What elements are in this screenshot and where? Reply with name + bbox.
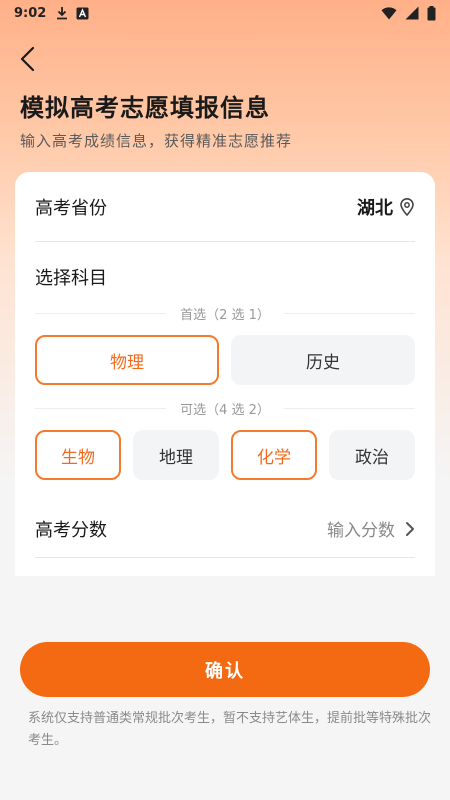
disclaimer-text: 系统仅支持普通类常规批次考生，暂不支持艺体生，提前批等特殊批次考生。: [28, 711, 432, 748]
app-notification-icon: [76, 7, 89, 19]
subject-option-chemistry[interactable]: 化学: [231, 430, 317, 480]
province-selector[interactable]: 湖北: [357, 194, 415, 220]
secondary-choice-text: 可选（4 选 2）: [180, 403, 270, 418]
score-placeholder: 输入分数: [327, 521, 395, 541]
primary-subject-options: 物理 历史: [35, 335, 415, 385]
subject-option-politics[interactable]: 政治: [329, 430, 415, 480]
divider-line: [283, 408, 415, 409]
wifi-icon: [381, 6, 397, 19]
chevron-left-icon: [20, 46, 35, 72]
back-button[interactable]: [12, 42, 42, 76]
page-title: 模拟高考志愿填报信息: [20, 94, 270, 122]
score-row: 高考分数 输入分数: [35, 508, 415, 558]
secondary-choice-label: 可选（4 选 2）: [35, 399, 415, 418]
confirm-button[interactable]: 确认: [20, 642, 430, 697]
score-label: 高考分数: [35, 519, 107, 541]
battery-icon: [427, 5, 436, 20]
subject-option-physics[interactable]: 物理: [35, 335, 219, 385]
province-value: 湖北: [357, 197, 393, 219]
province-label: 高考省份: [35, 197, 107, 219]
subject-option-biology[interactable]: 生物: [35, 430, 121, 480]
primary-choice-label: 首选（2 选 1）: [35, 304, 415, 323]
divider-line: [35, 313, 167, 314]
score-input[interactable]: 输入分数: [327, 516, 415, 541]
signal-icon: [405, 6, 419, 20]
divider-line: [283, 313, 415, 314]
subjects-section-title: 选择科目: [35, 268, 107, 289]
primary-choice-text: 首选（2 选 1）: [180, 308, 270, 323]
status-time: 9:02: [14, 5, 47, 21]
info-form-card: 高考省份 湖北 选择科目 首选（2 选 1） 物理 历史 可选（4 选 2） 生…: [15, 172, 435, 576]
download-icon: [57, 7, 68, 20]
divider-line: [35, 408, 167, 409]
subject-option-geography[interactable]: 地理: [133, 430, 219, 480]
location-pin-icon: [400, 197, 414, 216]
chevron-right-icon: [406, 521, 414, 536]
province-row: 高考省份 湖北: [35, 172, 415, 242]
secondary-subject-options: 生物 地理 化学 政治: [35, 430, 415, 480]
page-subtitle: 输入高考成绩信息，获得精准志愿推荐: [20, 132, 293, 150]
status-bar: 9:02: [0, 0, 450, 26]
subject-option-history[interactable]: 历史: [231, 335, 415, 385]
